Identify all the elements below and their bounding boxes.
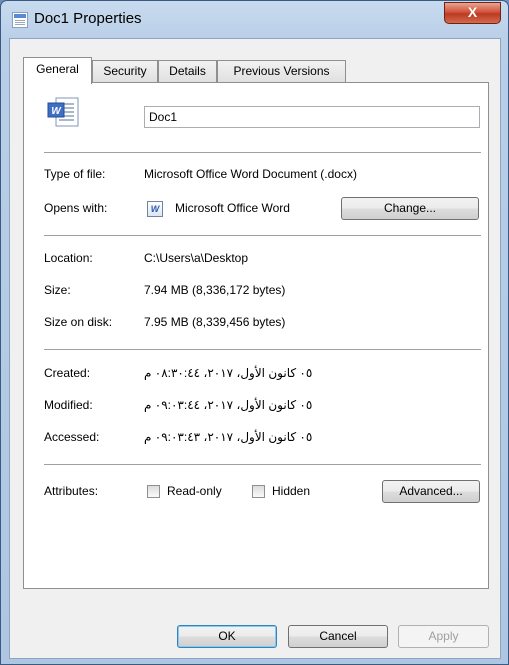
type-of-file-value: Microsoft Office Word Document (.docx) (144, 167, 357, 181)
hidden-checkbox[interactable] (252, 485, 265, 498)
tab-security-label: Security (103, 64, 147, 78)
tab-previous-versions[interactable]: Previous Versions (217, 60, 346, 82)
opens-with-label: Opens with: (44, 201, 108, 215)
advanced-button[interactable]: Advanced... (382, 480, 480, 503)
opens-with-app: Microsoft Office Word (175, 201, 290, 215)
location-value: C:\Users\a\Desktop (144, 251, 249, 265)
location-label: Location: (44, 251, 93, 265)
apply-button[interactable]: Apply (398, 625, 489, 648)
size-on-disk-label: Size on disk: (44, 315, 113, 329)
separator (44, 349, 481, 350)
file-name-input[interactable]: Doc1 (144, 106, 480, 128)
size-value: 7.94 MB (8,336,172 bytes) (144, 283, 286, 297)
tab-details-label: Details (169, 64, 206, 78)
properties-window: Doc1 Properties X General Security Detai… (0, 0, 509, 665)
general-panel: W Doc1 Type of file: Microsoft Office Wo… (23, 82, 489, 589)
accessed-label: Accessed: (44, 430, 100, 444)
separator (44, 235, 481, 236)
read-only-label[interactable]: Read-only (167, 484, 222, 498)
size-on-disk-value: 7.95 MB (8,339,456 bytes) (144, 315, 286, 329)
attributes-label: Attributes: (44, 484, 99, 498)
change-button[interactable]: Change... (341, 197, 479, 220)
dialog-client: General Security Details Previous Versio… (9, 38, 501, 659)
word-document-icon: W (47, 97, 79, 127)
created-value: ٠٥ كانون الأول، ٢٠١٧، ٠٨:٣٠:٤٤ م (144, 366, 313, 380)
close-icon: X (467, 4, 478, 20)
window-title: Doc1 Properties (34, 10, 142, 27)
size-label: Size: (44, 283, 71, 297)
svg-text:W: W (51, 106, 62, 117)
modified-label: Modified: (44, 398, 93, 412)
tab-details[interactable]: Details (158, 60, 217, 82)
separator (44, 152, 481, 153)
separator (44, 464, 481, 465)
modified-value: ٠٥ كانون الأول، ٢٠١٧، ٠٩:٠٣:٤٤ م (144, 398, 313, 412)
title-bar[interactable]: Doc1 Properties X (1, 1, 508, 37)
tab-security[interactable]: Security (92, 60, 158, 82)
tab-general[interactable]: General (23, 57, 92, 84)
close-button[interactable]: X (444, 2, 501, 24)
type-of-file-label: Type of file: (44, 167, 106, 181)
cancel-button[interactable]: Cancel (288, 625, 388, 648)
read-only-checkbox[interactable] (147, 485, 160, 498)
tab-previous-versions-label: Previous Versions (233, 64, 330, 78)
hidden-label[interactable]: Hidden (272, 484, 310, 498)
accessed-value: ٠٥ كانون الأول، ٢٠١٧، ٠٩:٠٣:٤٣ م (144, 430, 313, 444)
document-icon (12, 12, 28, 28)
ok-button[interactable]: OK (177, 625, 277, 648)
word-app-icon: W (147, 201, 163, 217)
tab-general-label: General (36, 62, 79, 76)
created-label: Created: (44, 366, 91, 380)
